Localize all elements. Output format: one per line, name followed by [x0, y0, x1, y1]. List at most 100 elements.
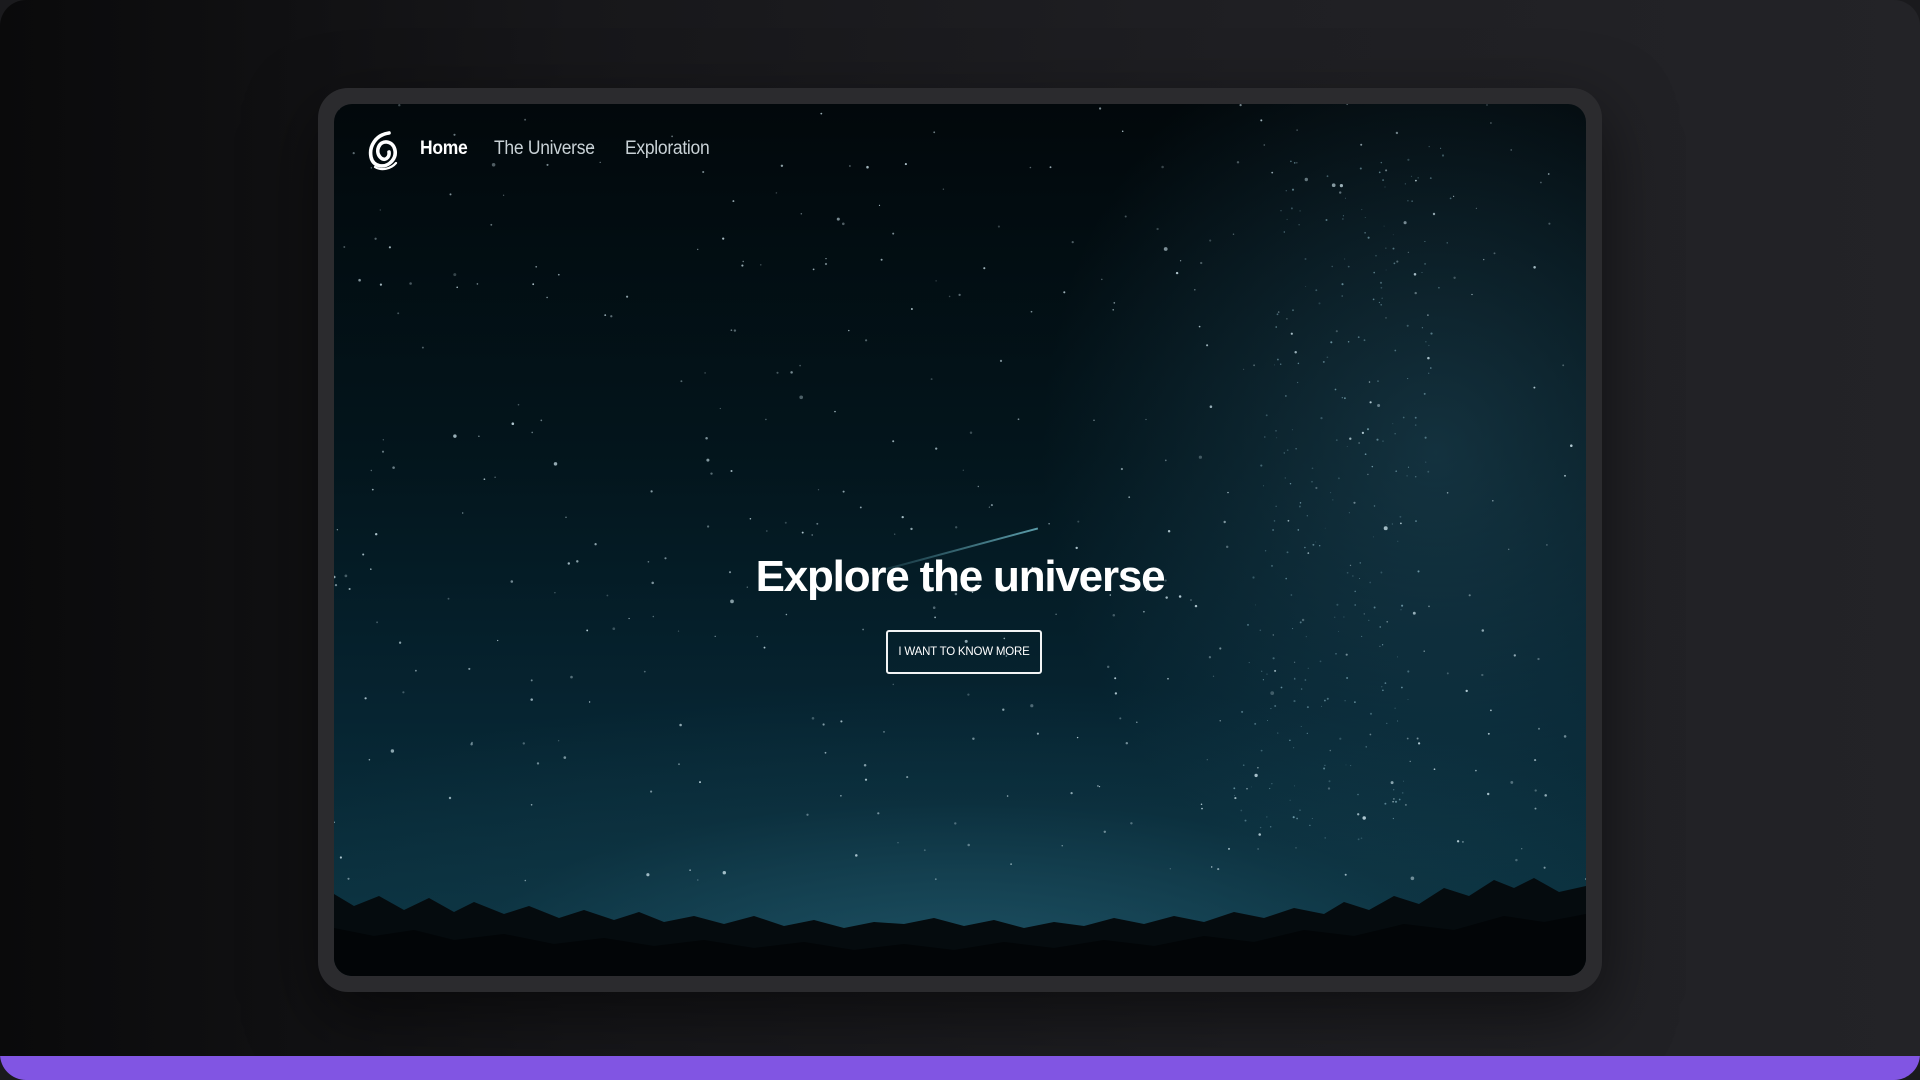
star	[1236, 161, 1240, 164]
star	[1344, 197, 1346, 199]
star	[1271, 783, 1273, 785]
star	[842, 490, 845, 493]
star	[865, 339, 868, 342]
star	[1290, 207, 1293, 210]
star	[1386, 722, 1388, 725]
star	[780, 164, 784, 168]
star	[1285, 190, 1287, 192]
star	[910, 527, 913, 531]
star	[892, 232, 895, 235]
nav-link-home[interactable]: Home	[420, 138, 468, 160]
star	[1276, 313, 1279, 316]
star	[1341, 397, 1343, 399]
star	[1030, 310, 1033, 313]
star	[1048, 523, 1050, 525]
star	[1292, 309, 1294, 312]
star	[1295, 448, 1297, 450]
star	[652, 615, 655, 618]
star	[1375, 254, 1377, 257]
star	[1368, 381, 1371, 383]
star	[1562, 364, 1565, 367]
star	[1322, 360, 1325, 363]
star	[988, 506, 991, 508]
star	[1404, 803, 1407, 806]
nav-link-the-universe[interactable]: The Universe	[494, 138, 595, 160]
star	[1453, 195, 1455, 197]
star	[933, 131, 936, 134]
star	[1332, 499, 1334, 501]
star	[1304, 546, 1306, 549]
star	[1070, 791, 1073, 795]
star	[1475, 769, 1477, 772]
star	[604, 314, 607, 316]
star	[1061, 845, 1063, 847]
star	[1223, 520, 1226, 524]
star	[840, 794, 842, 797]
star	[448, 796, 452, 800]
star	[1319, 545, 1321, 547]
know-more-button[interactable]: I WANT TO KNOW MORE	[886, 630, 1042, 674]
main-navigation: Home The Universe Exploration	[364, 126, 739, 172]
star	[732, 200, 735, 203]
star	[1233, 787, 1236, 790]
star	[1492, 500, 1494, 502]
star	[969, 431, 973, 434]
star	[1234, 797, 1237, 800]
star	[483, 478, 486, 481]
star	[1283, 452, 1286, 454]
star	[972, 737, 975, 741]
star	[1337, 477, 1340, 480]
star	[1377, 380, 1379, 382]
star	[1382, 689, 1384, 692]
star	[1546, 544, 1548, 546]
star	[1364, 216, 1366, 218]
star	[1233, 794, 1235, 796]
star	[1486, 104, 1488, 106]
star	[894, 533, 896, 535]
star	[374, 237, 377, 240]
star	[848, 329, 850, 332]
star	[1264, 436, 1266, 438]
star	[817, 489, 820, 491]
star	[855, 854, 858, 857]
star	[1275, 505, 1277, 507]
star	[1335, 439, 1338, 441]
nav-link-exploration[interactable]: Exploration	[625, 138, 710, 160]
star	[705, 436, 708, 440]
star	[1161, 165, 1164, 169]
star	[680, 380, 683, 383]
star	[1277, 732, 1279, 734]
star	[1194, 604, 1198, 608]
star	[1103, 830, 1107, 834]
star	[1029, 166, 1032, 169]
star	[1544, 794, 1547, 797]
star	[1413, 273, 1417, 276]
star	[812, 268, 815, 271]
star	[1263, 144, 1266, 146]
star	[1489, 709, 1492, 712]
star	[1036, 732, 1039, 735]
star	[1415, 179, 1417, 182]
star	[1570, 444, 1573, 447]
star	[1398, 798, 1401, 801]
star	[1296, 129, 1298, 131]
star	[1324, 837, 1326, 839]
star	[1510, 780, 1514, 784]
star	[1410, 175, 1413, 178]
star	[1254, 773, 1258, 778]
star	[1424, 240, 1426, 243]
star	[1273, 520, 1276, 522]
star	[1369, 733, 1372, 736]
star	[1289, 482, 1292, 485]
star	[1414, 475, 1417, 478]
star	[1315, 289, 1318, 292]
star	[1397, 656, 1399, 658]
star	[1179, 260, 1182, 262]
spiral-logo-icon[interactable]	[364, 126, 400, 172]
star	[1421, 327, 1424, 329]
star	[935, 280, 937, 282]
star	[1347, 340, 1350, 343]
star	[565, 516, 567, 518]
star	[650, 490, 653, 493]
star	[1260, 749, 1263, 752]
